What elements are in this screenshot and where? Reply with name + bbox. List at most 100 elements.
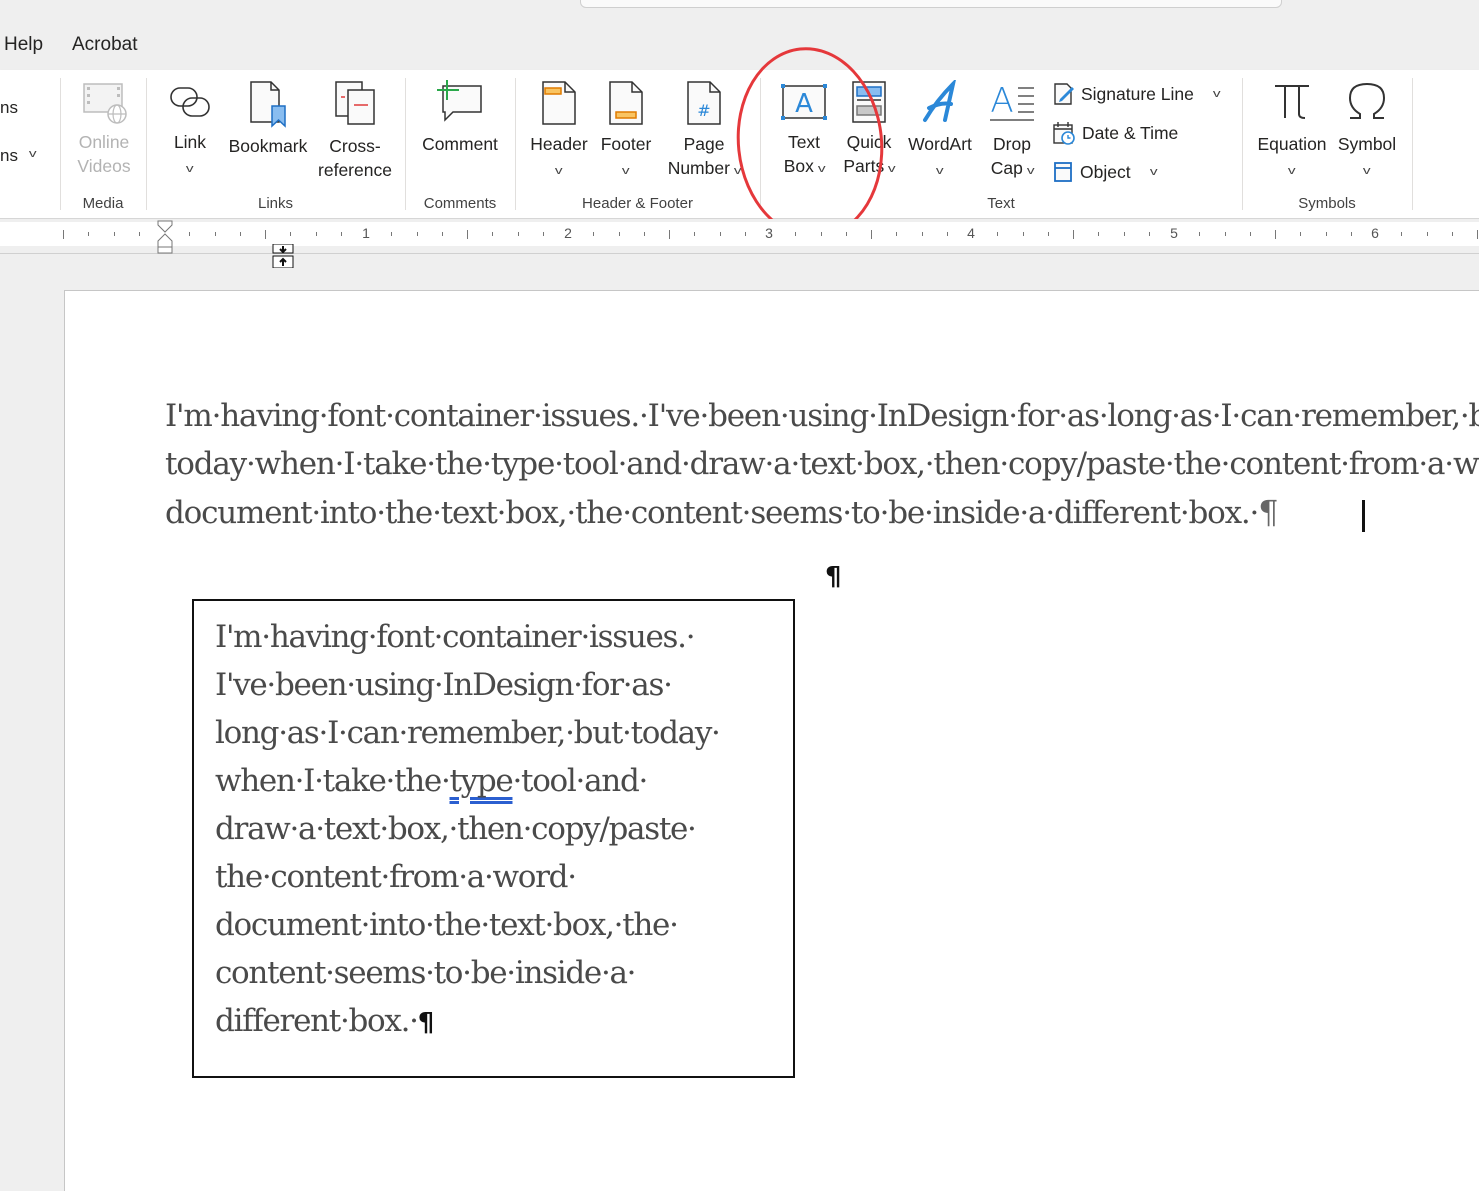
omega-icon <box>1348 82 1386 119</box>
bookmark-button[interactable]: Bookmark <box>225 80 311 158</box>
link-button[interactable]: Link v <box>160 80 220 181</box>
ruler-tick <box>265 230 266 239</box>
drop-cap-button[interactable]: A Drop Cap v <box>982 80 1042 183</box>
pilcrow-mark: ¶ <box>417 1008 435 1038</box>
calendar-clock-icon <box>1053 122 1075 145</box>
svg-text:#: # <box>697 101 710 120</box>
symbol-button[interactable]: Symbol v <box>1334 78 1400 183</box>
ruler-tick <box>694 232 696 236</box>
ruler-tick <box>871 230 872 239</box>
chevron-down-icon[interactable]: v <box>29 148 37 160</box>
cross-reference-button[interactable]: Cross- reference <box>313 80 397 182</box>
ruler-number: 6 <box>1371 225 1379 241</box>
chevron-down-icon: v <box>186 163 194 175</box>
signature-line-button[interactable]: Signature Line v <box>1053 82 1221 106</box>
date-time-button[interactable]: Date & Time <box>1052 121 1178 145</box>
textbox-line: the·content·from·a·word· <box>215 859 577 895</box>
ruler-tick <box>315 232 317 236</box>
ruler-tick <box>1022 232 1024 236</box>
ruler-tick <box>1123 232 1125 236</box>
ruler-tick <box>1098 232 1100 236</box>
ruler-tick <box>1073 230 1074 239</box>
textbox-margin-marker[interactable] <box>272 244 294 268</box>
ruler-tick <box>593 232 595 236</box>
ruler-tick <box>467 230 468 239</box>
ruler-tick <box>340 232 342 236</box>
chevron-down-icon[interactable]: v <box>1149 166 1157 178</box>
header-icon <box>542 81 576 125</box>
footer-icon <box>609 81 643 125</box>
pilcrow-mark: ¶ <box>1258 493 1278 531</box>
link-icon <box>170 87 210 117</box>
ruler-tick <box>138 232 140 236</box>
ruler-tick <box>921 232 923 236</box>
comment-button[interactable]: Comment <box>415 78 505 156</box>
indent-marker[interactable] <box>156 220 174 254</box>
text-box-content[interactable]: I'm·having·font·container·issues.· I've·… <box>215 613 721 1047</box>
ruler-tick <box>1047 232 1049 236</box>
header-button[interactable]: Header v <box>527 80 591 183</box>
signature-line-icon <box>1054 83 1074 105</box>
ruler-number: 4 <box>967 225 975 241</box>
tab-acrobat[interactable]: Acrobat <box>72 34 137 56</box>
ruler-tick <box>113 232 115 236</box>
ruler-tick <box>1249 232 1251 236</box>
chevron-down-icon[interactable]: v <box>1213 88 1221 100</box>
ruler-tick <box>1477 230 1478 239</box>
equation-button[interactable]: Equation v <box>1252 78 1332 183</box>
ruler-tick <box>1199 232 1201 236</box>
ruler-tick <box>669 230 670 239</box>
ruler-tick <box>946 232 948 236</box>
wordart-button[interactable]: WordArt v <box>902 77 978 183</box>
ruler-tick <box>214 232 216 236</box>
ruler-tick <box>239 232 241 236</box>
cross-reference-icon <box>335 81 375 125</box>
ruler-tick <box>1426 232 1428 236</box>
online-videos-button[interactable]: Online Videos <box>68 80 140 178</box>
grammar-flagged-word[interactable]: type <box>450 763 514 799</box>
ruler-tick <box>441 232 443 236</box>
partial-ribbon-item[interactable]: ns <box>0 98 18 118</box>
group-label-links: Links <box>257 195 294 212</box>
tab-help[interactable]: Help <box>4 34 43 56</box>
ruler-tick <box>744 232 746 236</box>
ruler-tick <box>997 232 999 236</box>
textbox-line: draw·a·text·box,·then·copy/paste· <box>215 811 697 847</box>
textbox-line: long·as·I·can·remember,·but·today· <box>215 715 721 751</box>
chevron-down-icon: v <box>1288 165 1296 177</box>
group-label-media: Media <box>82 195 124 212</box>
wordart-icon <box>923 77 957 122</box>
ruler-number: 2 <box>564 225 572 241</box>
object-button[interactable]: Object v <box>1052 160 1157 184</box>
document-paragraph[interactable]: I'm·having·font·container·issues.·I've·b… <box>165 392 1479 537</box>
bookmark-icon <box>250 81 286 128</box>
ruler-tick <box>896 232 898 236</box>
ruler-tick <box>845 232 847 236</box>
text-box-shape[interactable]: I'm·having·font·container·issues.· I've·… <box>192 599 795 1078</box>
ruler-number: 1 <box>362 225 370 241</box>
comment-icon <box>437 80 482 122</box>
partial-ribbon-item[interactable]: ns <box>0 146 18 166</box>
ruler-number: 3 <box>765 225 773 241</box>
group-label-header-footer: Header & Footer <box>582 195 693 212</box>
paragraph-line: today·when·I·take·the·type·tool·and·draw… <box>165 446 1479 482</box>
object-icon <box>1054 162 1072 182</box>
ruler-tick <box>492 232 494 236</box>
textbox-line: I've·been·using·InDesign·for·as· <box>215 667 673 703</box>
group-label-symbols: Symbols <box>1298 195 1356 212</box>
svg-text:A: A <box>990 81 1013 121</box>
horizontal-ruler[interactable]: 1 2 3 4 5 6 <box>0 222 1479 246</box>
ruler-tick <box>1401 232 1403 236</box>
ruler-tick <box>618 232 620 236</box>
page-number-button[interactable]: # Page Number v <box>660 80 748 183</box>
chevron-down-icon: v <box>622 165 630 177</box>
footer-button[interactable]: Footer v <box>595 80 657 183</box>
empty-paragraph-mark: ¶ <box>825 562 842 592</box>
text-cursor <box>1362 500 1365 532</box>
ruler-tick <box>290 232 292 236</box>
textbox-line: content·seems·to·be·inside·a· <box>215 955 637 991</box>
search-box[interactable] <box>580 0 1282 8</box>
chevron-down-icon: v <box>555 165 563 177</box>
textbox-line: document·into·the·text·box,·the· <box>215 907 679 943</box>
textbox-line: I'm·having·font·container·issues.· <box>215 619 696 655</box>
